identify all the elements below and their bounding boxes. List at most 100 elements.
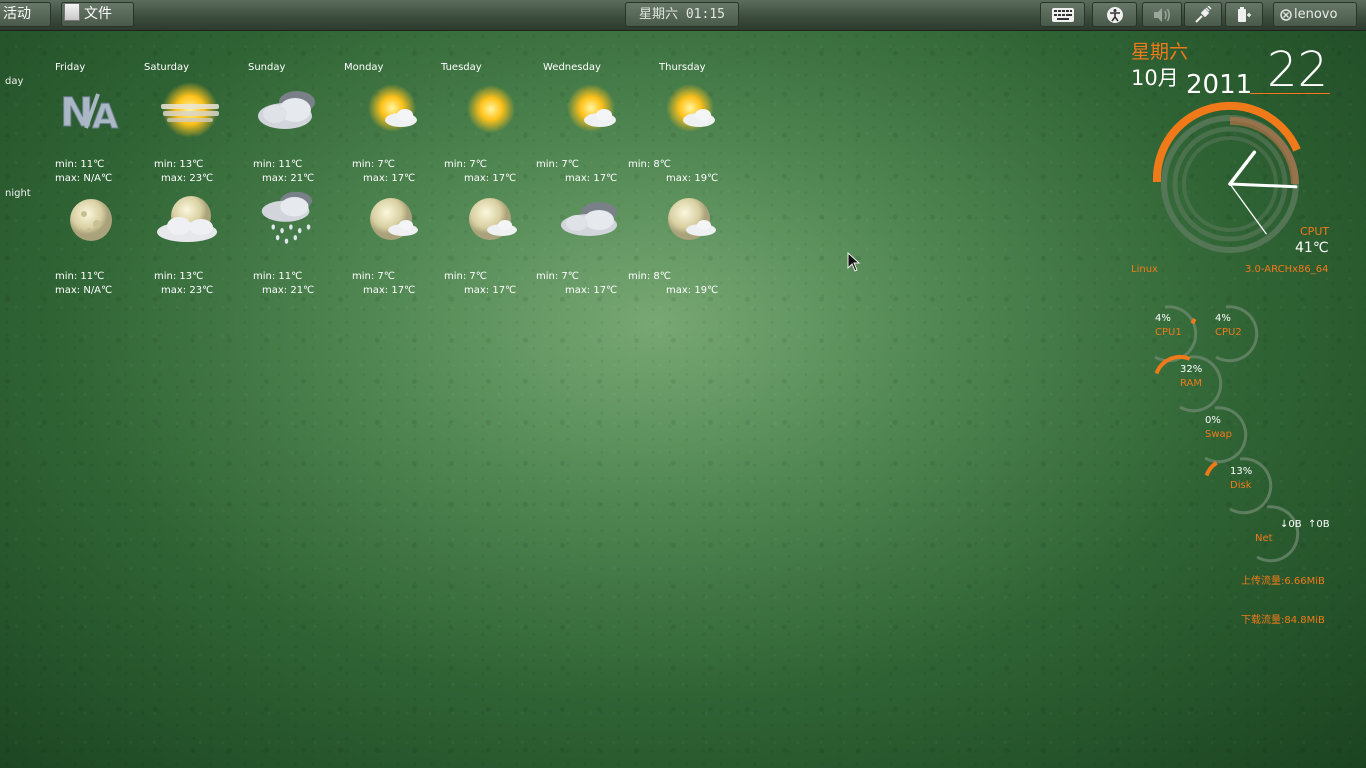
forecast-day-name: Tuesday — [441, 62, 482, 73]
analog-clock — [1152, 101, 1301, 253]
file-manager-icon — [64, 3, 80, 21]
disk-value: 13% — [1230, 466, 1253, 477]
forecast-day-name: Sunday — [248, 62, 286, 73]
cpu2-gauge-fill — [1190, 317, 1197, 325]
volume-icon — [1154, 7, 1170, 22]
day-min-temp: min: 11℃ — [253, 159, 303, 170]
cpu1-value: 4% — [1155, 313, 1171, 324]
night-max-temp: max: 17℃ — [565, 285, 618, 296]
moon-cloud-icon — [668, 198, 716, 240]
day-max-temp: max: 23℃ — [161, 173, 214, 184]
clock-label: 星期六 01:15 — [639, 7, 725, 22]
svg-text:A: A — [92, 97, 119, 137]
ram-label: RAM — [1180, 378, 1203, 389]
upload-total: 上传流量:6.66MiB — [1241, 576, 1325, 587]
sun-cloud-icon — [666, 84, 715, 132]
day-max-temp: max: 17℃ — [464, 173, 517, 184]
cpu2-label: CPU2 — [1215, 327, 1242, 338]
net-down: ↓0B — [1280, 519, 1302, 530]
user-menu-button[interactable]: lenovo — [1273, 2, 1357, 27]
moon-cloudy-icon — [157, 196, 217, 242]
sun-icon — [467, 85, 515, 133]
weekday: 星期六 — [1131, 41, 1189, 63]
ram-value: 32% — [1180, 364, 1203, 375]
rain-icon — [261, 191, 313, 244]
forecast-day-name: Wednesday — [543, 62, 601, 73]
cpu1-label: CPU1 — [1155, 327, 1182, 338]
cloudy-icon — [561, 202, 617, 236]
network-plug-icon — [1195, 5, 1212, 23]
day-min-temp: min: 8℃ — [628, 159, 671, 170]
app-menu-label: 文件 — [84, 6, 112, 22]
day-max-temp: max: 17℃ — [565, 173, 618, 184]
disk-label: Disk — [1230, 480, 1252, 491]
accessibility-button[interactable] — [1092, 2, 1137, 27]
day-max-temp: max: 19℃ — [666, 173, 719, 184]
forecast-day-name: Monday — [344, 62, 384, 73]
keyboard-icon — [1051, 7, 1074, 22]
year: 2011 — [1186, 70, 1253, 100]
clock-button[interactable]: 星期六 01:15 — [625, 2, 739, 27]
swap-value: 0% — [1205, 415, 1221, 426]
moon-cloud-icon — [469, 198, 517, 240]
hazy-sun-icon — [161, 82, 219, 138]
night-min-temp: min: 13℃ — [154, 271, 204, 282]
date-underline — [1250, 93, 1330, 94]
cpu-temp-label: CPUT — [1300, 225, 1330, 238]
day-min-temp: min: 13℃ — [154, 159, 204, 170]
night-min-temp: min: 8℃ — [628, 271, 671, 282]
full-moon-icon — [70, 199, 112, 241]
keyboard-button[interactable] — [1040, 2, 1085, 27]
night-row-label: night — [5, 188, 31, 199]
night-min-temp: min: 11℃ — [253, 271, 303, 282]
disk-gauge-fill — [1204, 461, 1218, 477]
night-max-temp: max: 17℃ — [464, 285, 517, 296]
accessibility-icon — [1106, 6, 1123, 23]
app-menu-button[interactable]: 文件 — [61, 2, 134, 27]
user-status-icon — [1280, 8, 1292, 21]
forecast-day-name: Thursday — [659, 62, 706, 73]
night-min-temp: min: 7℃ — [536, 271, 579, 282]
day-max-temp: max: 21℃ — [262, 173, 315, 184]
clock-hour-hand — [1228, 150, 1257, 186]
net-up: ↑0B — [1308, 519, 1330, 530]
forecast-day-name: Saturday — [144, 62, 190, 73]
forecast-day-name: Friday — [55, 62, 86, 73]
day-min-temp: min: 7℃ — [444, 159, 487, 170]
cpu-temp-value: 41℃ — [1295, 240, 1329, 256]
download-total: 下载流量:84.8MiB — [1241, 615, 1325, 626]
os-label: Linux — [1131, 264, 1158, 275]
activities-label: 活动 — [3, 6, 31, 22]
day-max-temp: max: N/A℃ — [55, 173, 113, 184]
cloudy-icon — [258, 91, 315, 129]
net-label: Net — [1255, 533, 1273, 544]
month: 10月 — [1131, 66, 1179, 90]
mouse-pointer-icon — [847, 252, 861, 272]
activities-button[interactable]: 活动 — [0, 2, 51, 27]
day-row-label: day — [5, 76, 24, 87]
battery-plug-icon — [1238, 6, 1251, 22]
day-max-temp: max: 17℃ — [363, 173, 416, 184]
na-icon: N A — [60, 90, 120, 138]
night-max-temp: max: 19℃ — [666, 285, 719, 296]
night-max-temp: max: 17℃ — [363, 285, 416, 296]
sun-cloud-icon — [567, 84, 616, 132]
day-min-temp: min: 11℃ — [55, 159, 105, 170]
night-max-temp: max: 21℃ — [262, 285, 315, 296]
moon-cloud-icon — [370, 198, 418, 240]
swap-label: Swap — [1205, 429, 1233, 440]
night-min-temp: min: 7℃ — [352, 271, 395, 282]
kernel-label: 3.0-ARCHx86_64 — [1245, 264, 1329, 275]
svg-text:N: N — [60, 90, 93, 136]
top-panel: 活动 文件 星期六 01:15 lenovo — [0, 0, 1366, 31]
volume-button[interactable] — [1142, 2, 1182, 27]
night-max-temp: max: 23℃ — [161, 285, 214, 296]
sun-cloud-icon — [368, 84, 417, 132]
night-min-temp: min: 7℃ — [444, 271, 487, 282]
day-min-temp: min: 7℃ — [352, 159, 395, 170]
user-name: lenovo — [1294, 7, 1338, 22]
cpu2-value: 4% — [1215, 313, 1231, 324]
night-min-temp: min: 11℃ — [55, 271, 105, 282]
network-button[interactable] — [1184, 2, 1222, 27]
power-button[interactable] — [1225, 2, 1263, 27]
